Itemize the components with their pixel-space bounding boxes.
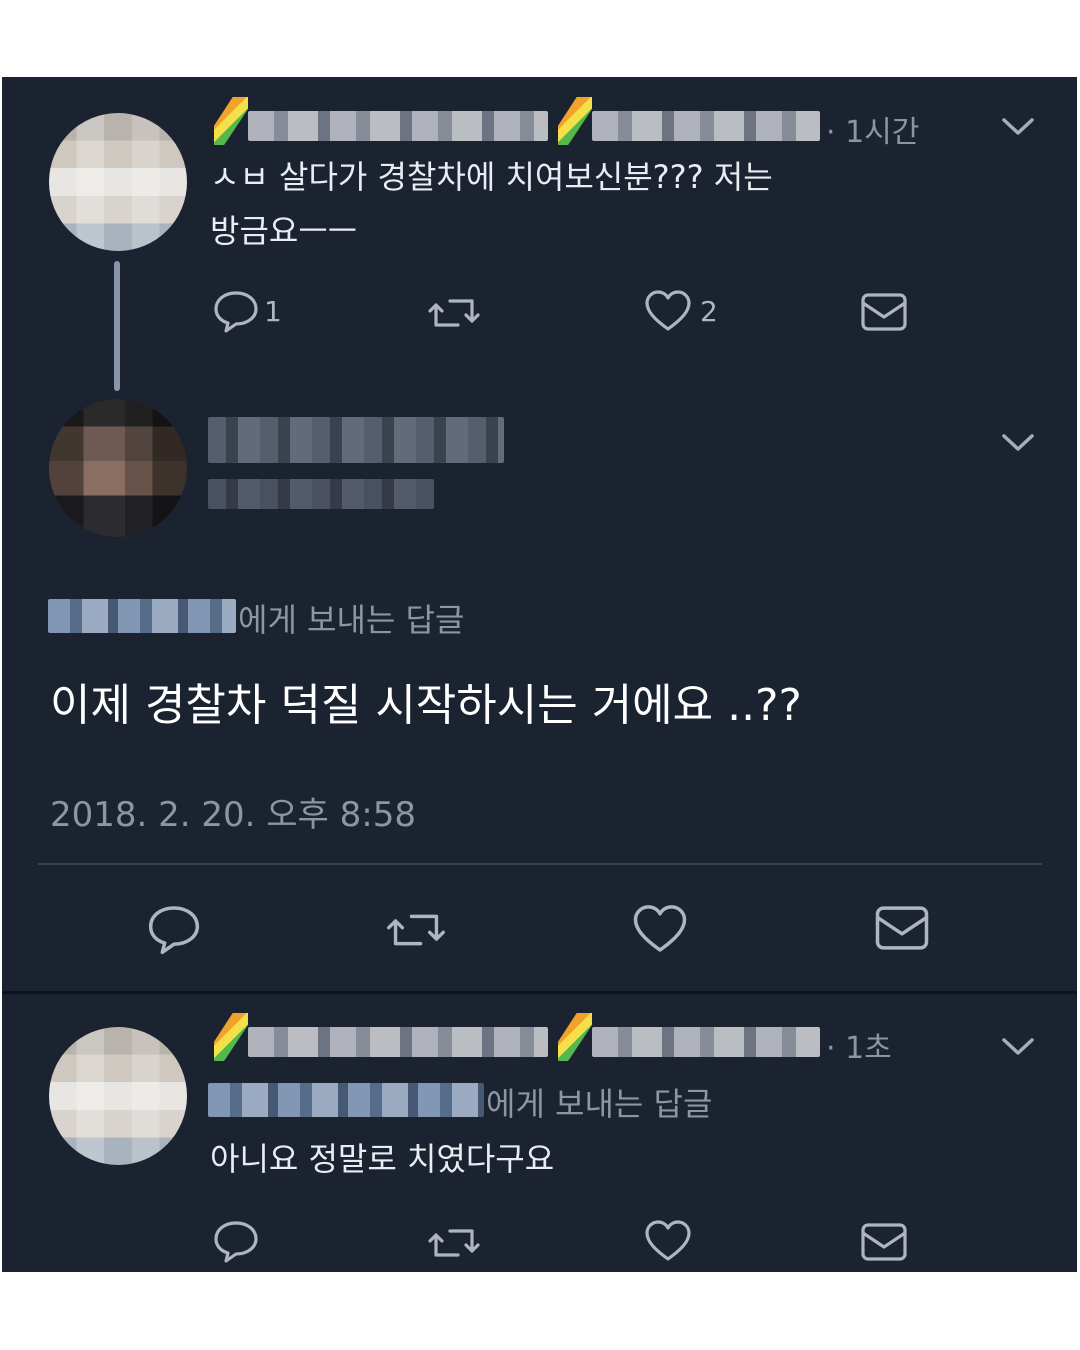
rainbow-flag-icon (558, 97, 592, 145)
reply-count: 1 (264, 295, 282, 328)
reply-to-label: 에게 보내는 답글 (238, 601, 465, 639)
reply-icon[interactable] (212, 289, 260, 333)
divider (38, 863, 1042, 865)
message-icon[interactable] (860, 1221, 908, 1263)
avatar[interactable] (49, 399, 187, 537)
tweet-text-line: 방금요ㅡㅡ (210, 212, 358, 250)
chevron-down-icon[interactable] (1000, 115, 1036, 139)
retweet-icon[interactable] (426, 1221, 482, 1265)
tweet-text: 이제 경찰차 덕질 시작하시는 거에요 ..?? (50, 680, 802, 731)
message-icon[interactable] (860, 291, 908, 333)
reply-to-label: 에게 보내는 답글 (486, 1085, 713, 1123)
retweet-icon[interactable] (426, 291, 482, 335)
chevron-down-icon[interactable] (1000, 431, 1036, 455)
tweet-time: · 1초 (826, 1031, 892, 1066)
tweet-text: 아니요 정말로 치였다구요 (210, 1140, 555, 1178)
thread-connector-line (114, 261, 120, 391)
like-icon[interactable] (632, 903, 688, 955)
tweet-text-line: ㅅㅂ 살다가 경찰차에 치여보신분??? 저는 (210, 158, 773, 196)
reply-to-user-blurred[interactable] (208, 1083, 484, 1117)
rainbow-flag-icon (558, 1013, 592, 1061)
reply-icon[interactable] (146, 903, 202, 955)
tweet-time: · 1시간 (826, 115, 920, 150)
rainbow-flag-icon (214, 97, 248, 145)
avatar[interactable] (49, 113, 187, 251)
reply-icon[interactable] (212, 1219, 260, 1263)
divider (2, 991, 1077, 994)
retweet-icon[interactable] (384, 905, 448, 955)
tweet-timestamp: 2018. 2. 20. 오후 8:58 (50, 795, 416, 835)
chevron-down-icon[interactable] (1000, 1035, 1036, 1059)
avatar[interactable] (49, 1027, 187, 1165)
like-count: 2 (700, 295, 718, 328)
rainbow-flag-icon (214, 1013, 248, 1061)
like-icon[interactable] (644, 289, 692, 333)
like-icon[interactable] (644, 1219, 692, 1263)
reply-to-user-blurred[interactable] (48, 599, 236, 633)
twitter-thread-screen: · 1시간 ㅅㅂ 살다가 경찰차에 치여보신분??? 저는 방금요ㅡㅡ 1 2 … (2, 77, 1077, 1272)
message-icon[interactable] (874, 903, 930, 953)
